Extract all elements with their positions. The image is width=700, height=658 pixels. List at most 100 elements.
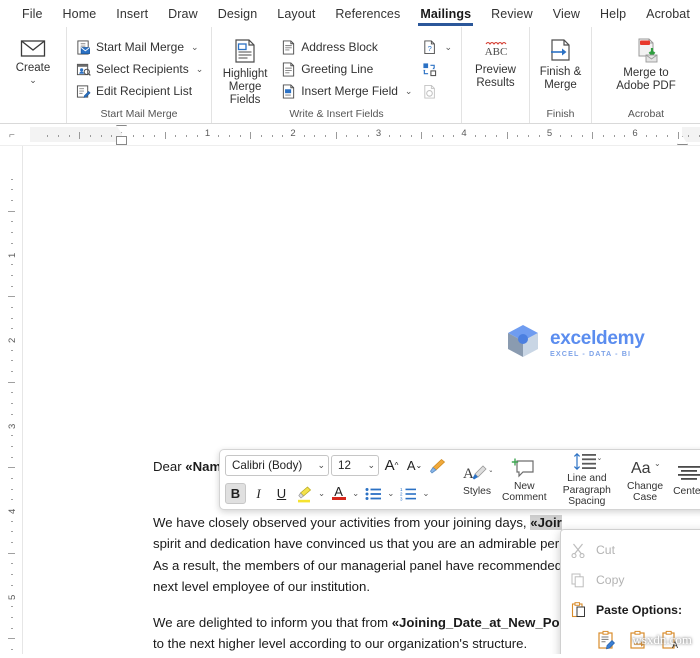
merge-field-joining-date[interactable]: «Joir: [530, 514, 562, 530]
underline-button[interactable]: U: [271, 483, 292, 504]
vruler-tick: [11, 371, 13, 373]
insert-merge-field-label: Insert Merge Field: [301, 84, 398, 98]
preview-results-button[interactable]: ABC Preview Results ⌄: [468, 32, 523, 90]
vruler-tick: [11, 627, 13, 629]
styles-button[interactable]: A ⌄ Styles: [457, 454, 497, 506]
context-menu-label-copy: Copy: [596, 573, 625, 587]
paragraph-1-lead: We have closely observed your activities…: [153, 514, 531, 530]
document-page[interactable]: exceldemy EXCEL - DATA - BI Dear «Nam We…: [22, 146, 700, 654]
vruler-tick: [11, 520, 13, 522]
chevron-down-icon[interactable]: ⌄: [367, 460, 375, 471]
tab-home[interactable]: Home: [53, 3, 107, 25]
italic-button[interactable]: I: [248, 483, 269, 504]
vruler-tick: [11, 242, 13, 244]
chevron-down-icon[interactable]: ⌄: [386, 488, 395, 499]
tab-insert[interactable]: Insert: [106, 3, 158, 25]
copy-icon: [569, 573, 587, 588]
bold-button[interactable]: B: [225, 483, 246, 504]
highlight-merge-fields-button[interactable]: Highlight Merge Fields: [218, 32, 272, 107]
chevron-down-icon[interactable]: ⌄: [351, 488, 360, 499]
address-block-button[interactable]: Address Block: [278, 36, 415, 58]
vruler-tick: [11, 648, 13, 650]
ruler-tick: [100, 135, 102, 137]
shrink-font-button[interactable]: A ⌄: [404, 455, 425, 476]
tab-draw[interactable]: Draw: [158, 3, 208, 25]
tab-stop-selector[interactable]: ⌐: [9, 130, 15, 141]
create-button[interactable]: Create ⌄: [6, 32, 60, 85]
match-fields-button[interactable]: [419, 58, 455, 80]
vruler-tick: [11, 574, 13, 576]
new-comment-button[interactable]: New Comment: [497, 454, 552, 506]
text-highlight-color-button[interactable]: [294, 483, 315, 504]
tab-mailings[interactable]: Mailings: [410, 3, 481, 26]
create-label: Create: [15, 62, 51, 74]
tab-references[interactable]: References: [325, 3, 410, 25]
mini-formatting-toolbar[interactable]: Calibri (Body) ⌄ 12 ⌄ A ^ A ⌄ B I U ⌄ A …: [219, 449, 700, 510]
change-case-button[interactable]: Aa ⌄ Change Case: [622, 454, 668, 506]
vruler-tick: [11, 392, 13, 394]
chevron-down-icon[interactable]: ⌄: [317, 488, 326, 499]
tab-design[interactable]: Design: [208, 3, 268, 25]
numbering-button[interactable]: 1 2 3: [397, 483, 419, 504]
ruler-tick: [218, 135, 220, 137]
vruler-number: 1: [7, 252, 18, 258]
vruler-tick: [11, 456, 13, 458]
select-recipients-button[interactable]: Select Recipients ⌄: [73, 58, 206, 80]
merge-field-name[interactable]: «Nam: [185, 459, 221, 474]
merge-to-adobe-pdf-button[interactable]: Merge to Adobe PDF: [608, 32, 684, 93]
tab-review[interactable]: Review: [481, 3, 543, 25]
greeting-line-button[interactable]: Greeting Line: [278, 58, 415, 80]
rules-button[interactable]: ? ⌄: [419, 36, 455, 58]
chevron-down-icon[interactable]: ⌄: [405, 86, 413, 97]
tab-file[interactable]: File: [12, 3, 53, 25]
left-indent-marker[interactable]: [116, 136, 127, 145]
ruler-tick: [57, 135, 59, 137]
ruler-tick: [399, 135, 401, 137]
vruler-tick: [11, 360, 13, 362]
bullets-button[interactable]: [362, 483, 384, 504]
styles-label: Styles: [462, 486, 492, 498]
chevron-down-icon[interactable]: ⌄: [444, 42, 452, 53]
context-menu-item-cut: Cut: [561, 535, 700, 565]
finish-and-merge-button[interactable]: Finish & Merge: [536, 32, 585, 92]
styles-icon: A ⌄: [462, 461, 492, 486]
chevron-down-icon[interactable]: ⌄: [421, 488, 430, 499]
edit-recipient-list-button[interactable]: Edit Recipient List: [73, 80, 206, 102]
chevron-down-icon[interactable]: ⌄: [317, 460, 325, 471]
ruler-tick: [89, 135, 91, 137]
merge-field-joining-date-new-position[interactable]: «Joining_Date_at_New_Positi: [392, 615, 579, 630]
font-color-button[interactable]: A: [328, 483, 349, 504]
numbering-icon: 1 2 3: [400, 487, 417, 501]
highlight-color-icon: [296, 485, 313, 503]
horizontal-ruler[interactable]: ⌐ 1 2 3 4 5 6: [0, 124, 700, 146]
vertical-ruler[interactable]: 1 2 3 4 5: [0, 146, 22, 654]
vruler-tick: [11, 349, 13, 351]
paste-keep-source-formatting-icon[interactable]: [597, 630, 616, 653]
chevron-down-icon[interactable]: ⌄: [196, 64, 204, 75]
chevron-down-icon[interactable]: ⌄: [29, 76, 37, 85]
tab-layout[interactable]: Layout: [267, 3, 325, 25]
grow-font-button[interactable]: A ^: [381, 455, 402, 476]
tab-help[interactable]: Help: [590, 3, 636, 25]
chevron-down-icon[interactable]: ⌄: [191, 42, 199, 53]
font-size-combobox[interactable]: 12 ⌄: [331, 455, 379, 476]
tab-acrobat[interactable]: Acrobat: [636, 3, 700, 25]
ruler-tick: [645, 135, 647, 137]
format-painter-button[interactable]: [427, 455, 448, 476]
center-align-button[interactable]: Center: [668, 454, 700, 506]
center-align-label: Center: [673, 486, 700, 498]
ruler-number: 6: [632, 128, 638, 139]
start-mail-merge-button[interactable]: Start Mail Merge ⌄: [73, 36, 206, 58]
insert-merge-field-button[interactable]: Insert Merge Field ⌄: [278, 80, 415, 102]
tab-view[interactable]: View: [543, 3, 590, 25]
site-watermark: wsxdn.com: [632, 632, 692, 647]
highlight-merge-fields-label: Highlight Merge Fields: [222, 68, 268, 106]
ruler-tick: [581, 135, 583, 137]
font-name-combobox[interactable]: Calibri (Body) ⌄: [225, 455, 329, 476]
ruler-tick: [175, 135, 177, 137]
vruler-tick: [11, 285, 13, 287]
start-mail-merge-icon: [76, 39, 91, 55]
update-labels-icon: [422, 84, 437, 99]
font-size-value: 12: [338, 459, 351, 472]
line-and-paragraph-spacing-button[interactable]: ⌄ Line and Paragraph Spacing: [552, 453, 622, 507]
